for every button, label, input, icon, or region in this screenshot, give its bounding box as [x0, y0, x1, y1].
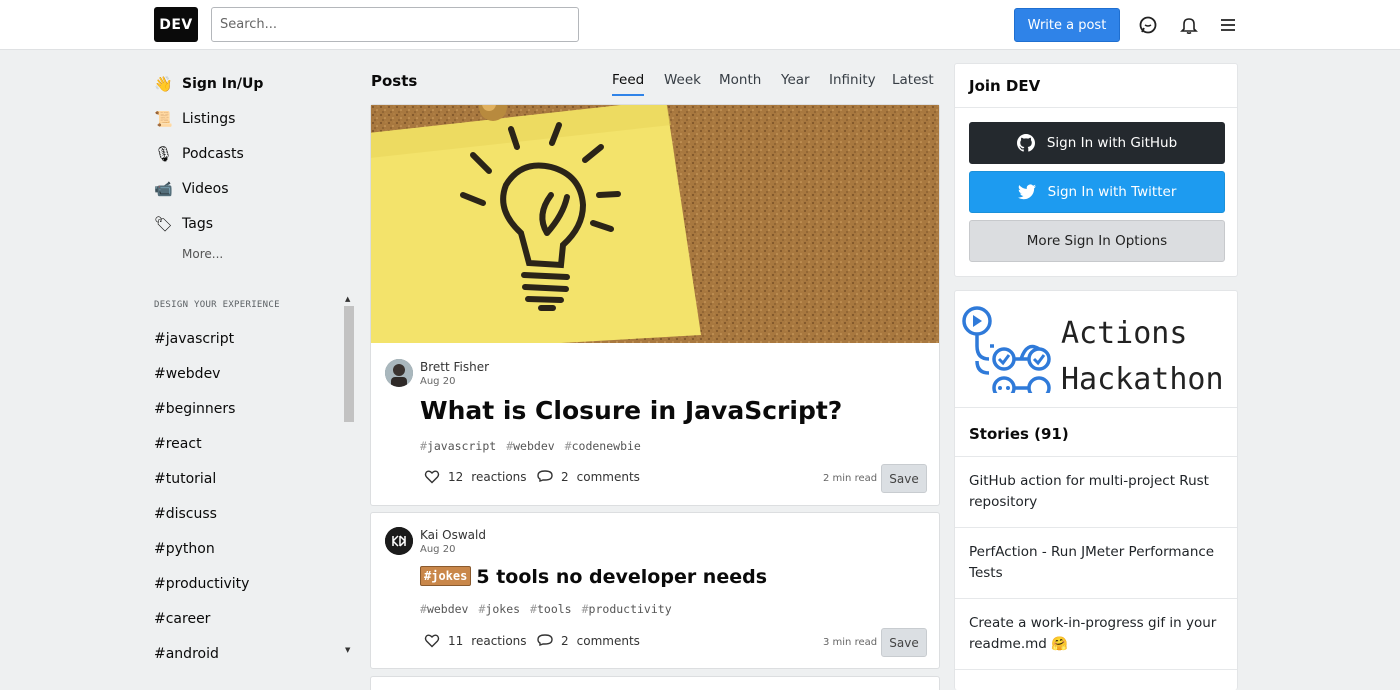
- tab-year[interactable]: Year: [781, 72, 810, 94]
- stories-title: Stories (91): [969, 425, 1069, 443]
- author-avatar[interactable]: [385, 359, 413, 387]
- search-input[interactable]: [211, 7, 579, 42]
- post-tag[interactable]: #jokes: [478, 602, 520, 616]
- hackathon-line-2: Hackathon: [1061, 362, 1224, 397]
- tag-link[interactable]: #beginners: [154, 391, 344, 426]
- heart-icon: [424, 633, 440, 648]
- post-card[interactable]: Brett Fisher Aug 20 What is Closure in J…: [370, 104, 940, 506]
- sidebar-item-label: Tags: [182, 215, 213, 232]
- save-button[interactable]: Save: [881, 464, 927, 493]
- tab-feed[interactable]: Feed: [612, 72, 645, 96]
- followed-tags-list: #javascript #webdev #beginners #react #t…: [154, 321, 344, 671]
- more-sign-in-options-button[interactable]: More Sign In Options: [969, 220, 1225, 262]
- post-title[interactable]: #jokes 5 tools no developer needs: [420, 565, 767, 588]
- scroll-up-arrow-icon[interactable]: ▲: [345, 295, 350, 303]
- tag-link[interactable]: #react: [154, 426, 344, 461]
- wave-icon: 👋: [154, 74, 173, 93]
- comments-link[interactable]: 2 comments: [537, 633, 640, 648]
- post-cover-image[interactable]: [371, 105, 939, 343]
- github-icon: [1016, 134, 1035, 152]
- author-avatar[interactable]: [385, 527, 413, 555]
- tag-link[interactable]: #javascript: [154, 321, 344, 356]
- save-button[interactable]: Save: [881, 628, 927, 657]
- bell-icon[interactable]: [1177, 13, 1201, 37]
- menu-icon[interactable]: [1216, 13, 1240, 37]
- sidebar-item-label: Podcasts: [182, 145, 244, 162]
- twitter-icon: [1017, 184, 1036, 200]
- read-time: 3 min read: [823, 637, 878, 648]
- post-tag[interactable]: #codenewbie: [565, 439, 641, 453]
- hackathon-title: Actions Hackathon: [1061, 311, 1224, 403]
- twitter-sign-in-button[interactable]: Sign In with Twitter: [969, 171, 1225, 213]
- tag-icon: 🏷: [154, 214, 174, 233]
- post-card[interactable]: [370, 676, 940, 690]
- post-date[interactable]: Aug 20: [420, 544, 455, 555]
- tag-link[interactable]: #productivity: [154, 566, 344, 601]
- tag-link[interactable]: #android: [154, 636, 344, 671]
- tab-infinity[interactable]: Infinity: [829, 72, 876, 94]
- tag-link[interactable]: #python: [154, 531, 344, 566]
- reactions-link[interactable]: 12 reactions: [424, 469, 527, 484]
- tab-latest[interactable]: Latest: [892, 72, 934, 94]
- tag-link[interactable]: #career: [154, 601, 344, 636]
- tag-link[interactable]: #discuss: [154, 496, 344, 531]
- post-tag[interactable]: #javascript: [420, 439, 496, 453]
- tab-week[interactable]: Week: [664, 72, 701, 94]
- post-tags: #webdev #jokes #tools #productivity: [420, 602, 672, 616]
- hackathon-line-1: Actions: [1061, 316, 1188, 351]
- write-post-button[interactable]: Write a post: [1014, 8, 1120, 42]
- post-author[interactable]: Brett Fisher: [420, 360, 489, 374]
- sidebar-item-label: Videos: [182, 180, 229, 197]
- sidebar-item-label: Sign In/Up: [182, 75, 264, 92]
- post-title[interactable]: What is Closure in JavaScript?: [420, 396, 842, 425]
- post-tag[interactable]: #webdev: [506, 439, 554, 453]
- design-experience-heading: DESIGN YOUR EXPERIENCE: [154, 300, 280, 310]
- tag-link[interactable]: #tutorial: [154, 461, 344, 496]
- left-nav: 👋 Sign In/Up 📜 Listings 🎙 Podcasts 📹 Vid…: [154, 66, 354, 241]
- stories-header: Stories (91): [955, 407, 1237, 462]
- post-tag[interactable]: #productivity: [582, 602, 672, 616]
- post-tag[interactable]: #webdev: [420, 602, 468, 616]
- post-card[interactable]: Kai Oswald Aug 20 #jokes 5 tools no devel…: [370, 512, 940, 669]
- jokes-badge[interactable]: #jokes: [420, 565, 472, 586]
- post-author[interactable]: Kai Oswald: [420, 528, 486, 542]
- top-bar: DEV Write a post: [0, 0, 1400, 50]
- sidebar-item-tags[interactable]: 🏷 Tags: [154, 206, 354, 241]
- video-camera-icon: 📹: [154, 179, 173, 198]
- sidebar-item-listings[interactable]: 📜 Listings: [154, 101, 354, 136]
- story-link[interactable]: [955, 669, 1237, 690]
- tab-month[interactable]: Month: [719, 72, 761, 94]
- join-dev-panel: Join DEV Sign In with GitHub Sign In wit…: [954, 63, 1238, 277]
- story-link[interactable]: PerfAction - Run JMeter Performance Test…: [955, 527, 1237, 598]
- github-sign-in-button[interactable]: Sign In with GitHub: [969, 122, 1225, 164]
- dev-logo[interactable]: DEV: [154, 7, 198, 42]
- divider: [955, 107, 1237, 108]
- join-dev-title: Join DEV: [969, 77, 1041, 95]
- sidebar-item-label: Listings: [182, 110, 236, 127]
- comments-link[interactable]: 2 comments: [537, 469, 640, 484]
- chat-icon[interactable]: [1136, 13, 1160, 37]
- read-time: 2 min read: [823, 473, 878, 484]
- story-link[interactable]: GitHub action for multi-project Rust rep…: [955, 456, 1237, 527]
- sidebar-item-videos[interactable]: 📹 Videos: [154, 171, 354, 206]
- sidebar-item-sign-in[interactable]: 👋 Sign In/Up: [154, 66, 354, 101]
- posts-heading: Posts: [371, 72, 418, 90]
- heart-icon: [424, 469, 440, 484]
- microphone-icon: 🎙: [154, 144, 174, 163]
- comment-icon: [537, 633, 553, 648]
- tag-link[interactable]: #webdev: [154, 356, 344, 391]
- tags-scrollbar[interactable]: [344, 306, 354, 422]
- hackathon-panel: Actions Hackathon Stories (91) GitHub ac…: [954, 290, 1238, 690]
- post-date[interactable]: Aug 20: [420, 376, 455, 387]
- post-tag[interactable]: #tools: [530, 602, 572, 616]
- scroll-icon: 📜: [154, 109, 173, 128]
- reactions-link[interactable]: 11 reactions: [424, 633, 527, 648]
- scroll-down-arrow-icon[interactable]: ▼: [345, 646, 350, 654]
- comment-icon: [537, 469, 553, 484]
- post-tags: #javascript #webdev #codenewbie: [420, 439, 641, 453]
- story-link[interactable]: Create a work-in-progress gif in your re…: [955, 598, 1237, 669]
- actions-hackathon-logo[interactable]: [961, 301, 1053, 400]
- sidebar-more-link[interactable]: More...: [182, 247, 223, 261]
- sidebar-item-podcasts[interactable]: 🎙 Podcasts: [154, 136, 354, 171]
